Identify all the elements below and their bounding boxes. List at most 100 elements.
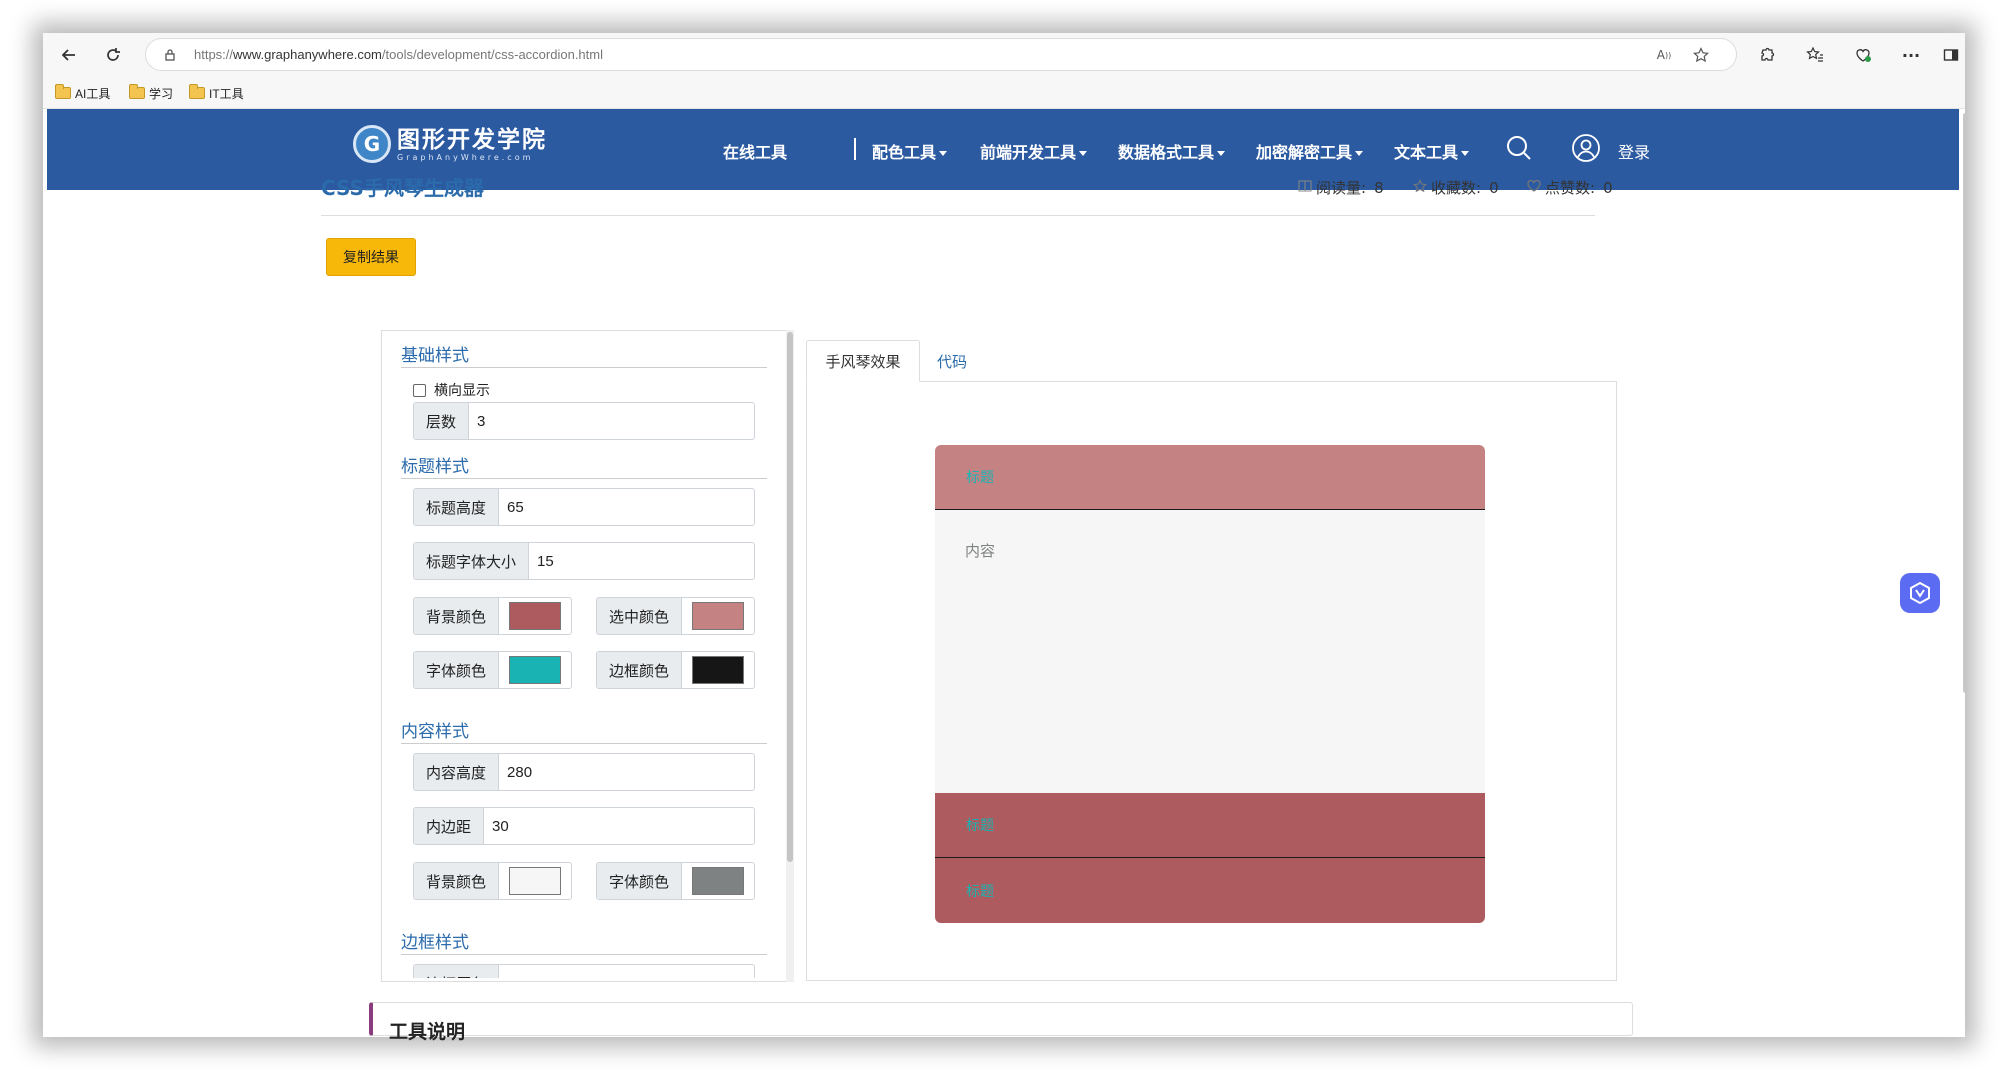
section-content-title: 内容样式 [401,722,469,741]
border-width-label: 边框厚色 [414,965,500,978]
url-prefix: https:// [194,47,234,62]
folder-icon [129,84,145,99]
tool-description-title: 工具说明 [389,1021,466,1043]
logo-title: 图形开发学院 [397,126,547,153]
logo-emblem-icon: G [353,125,391,163]
content-bg-color-swatch[interactable] [509,867,561,895]
accordion-header-1[interactable]: 标题 [935,445,1485,510]
layers-field: 层数 3 [413,402,755,440]
heading-font-size-field: 标题字体大小 15 [413,542,755,580]
extensions-icon[interactable] [1755,43,1779,67]
bookmark-label: 学习 [149,86,174,101]
more-menu-icon[interactable]: ··· [1899,43,1923,67]
caret-down-icon [1355,151,1364,156]
read-count: 阅读量: 8 [1298,177,1384,198]
read-label: 阅读量: [1316,179,1367,197]
performance-icon[interactable] [1851,43,1875,67]
section-border-title: 边框样式 [401,933,469,952]
like-label: 点赞数: [1545,179,1596,197]
assistant-icon [1910,581,1930,605]
refresh-icon[interactable] [101,43,125,67]
nav-data-format-tools[interactable]: 数据格式工具 [1118,139,1226,163]
folder-icon [189,84,205,99]
section-heading-title: 标题样式 [401,457,469,476]
accordion-header-2[interactable]: 标题 [935,793,1485,858]
horizontal-checkbox[interactable] [413,383,426,397]
heading-bg-color-label: 背景颜色 [414,598,500,634]
nav-label: 配色工具 [872,143,937,162]
like-count: 点赞数: 0 [1527,177,1613,198]
content-padding-input[interactable]: 30 [484,808,754,844]
heading-selected-color-field: 选中颜色 [596,597,755,635]
heading-height-label: 标题高度 [414,489,500,525]
site-logo[interactable]: G 图形开发学院 GraphAnyWhere.com [353,125,547,163]
layers-input[interactable]: 3 [469,403,754,439]
border-width-field: 边框厚色 0 [413,964,755,978]
content-bg-color-field: 背景颜色 [413,862,572,900]
lock-icon[interactable] [160,45,180,65]
section-rule [401,478,767,479]
layers-label: 层数 [414,403,470,439]
settings-scrollbar-thumb[interactable] [787,332,793,862]
content-height-input[interactable]: 280 [499,754,754,790]
heading-font-color-label: 字体颜色 [414,652,500,688]
copy-result-button[interactable]: 复制结果 [326,238,416,276]
section-rule [401,743,767,744]
content-font-color-field: 字体颜色 [596,862,755,900]
heading-height-input[interactable]: 65 [499,489,754,525]
content-height-field: 内容高度 280 [413,753,755,791]
nav-color-tools[interactable]: 配色工具 [872,139,948,163]
heading-border-color-label: 边框颜色 [597,652,683,688]
heading-font-size-label: 标题字体大小 [414,543,530,579]
bookmark-it-tools[interactable]: IT工具 [189,83,244,103]
user-avatar-icon[interactable] [1571,133,1601,163]
content-font-color-swatch[interactable] [692,867,744,895]
accordion-header-3[interactable]: 标题 [935,858,1485,923]
heading-selected-color-swatch[interactable] [692,602,744,630]
star-icon[interactable] [1413,178,1427,197]
page-title: CSS手风琴生成器 [321,176,484,200]
read-aloud-icon[interactable]: A)) [1654,45,1674,65]
content-bg-color-label: 背景颜色 [414,863,500,899]
bookmark-label: AI工具 [75,86,111,101]
bookmark-study[interactable]: 学习 [129,83,173,103]
nav-frontend-tools[interactable]: 前端开发工具 [980,139,1088,163]
page-scrollbar[interactable] [1963,113,1965,693]
heading-border-color-field: 边框颜色 [596,651,755,689]
assistant-float-button[interactable] [1900,573,1940,613]
favorites-icon[interactable] [1803,43,1827,67]
heading-border-color-swatch[interactable] [692,656,744,684]
heading-font-color-swatch[interactable] [509,656,561,684]
heart-icon[interactable] [1527,179,1541,196]
nav-crypto-tools[interactable]: 加密解密工具 [1256,139,1364,163]
caret-down-icon [1461,151,1470,156]
tab-accordion-preview[interactable]: 手风琴效果 [806,340,920,382]
heading-bg-color-swatch[interactable] [509,602,561,630]
read-icon [1298,180,1312,196]
read-value: 8 [1374,178,1384,197]
logo-subtitle: GraphAnyWhere.com [397,152,534,162]
bookmark-ai-tools[interactable]: AI工具 [55,83,110,103]
content-padding-field: 内边距 30 [413,807,755,845]
url-domain: www.graphanywhere.com [233,47,382,62]
search-icon[interactable] [1504,133,1534,163]
heading-font-size-input[interactable]: 15 [529,543,754,579]
horizontal-toggle[interactable]: 横向显示 [413,380,490,400]
heading-selected-color-label: 选中颜色 [597,598,683,634]
content-height-label: 内容高度 [414,754,500,790]
address-bar[interactable]: https://www.graphanywhere.com/tools/deve… [145,38,1737,71]
like-value: 0 [1603,178,1613,197]
caret-down-icon [1079,151,1088,156]
nav-text-tools[interactable]: 文本工具 [1394,139,1470,163]
back-icon[interactable] [57,43,81,67]
nav-online-tools[interactable]: 在线工具 [723,139,787,163]
favorite-star-icon[interactable] [1691,45,1711,65]
border-width-input[interactable]: 0 [499,965,754,979]
sidebar-toggle-icon[interactable] [1939,43,1963,67]
url-text[interactable]: https://www.graphanywhere.com/tools/deve… [194,47,603,62]
favorite-label: 收藏数: [1431,179,1482,197]
tab-code[interactable]: 代码 [920,340,984,382]
heading-height-field: 标题高度 65 [413,488,755,526]
login-link[interactable]: 登录 [1618,139,1650,163]
caret-down-icon [939,151,948,156]
